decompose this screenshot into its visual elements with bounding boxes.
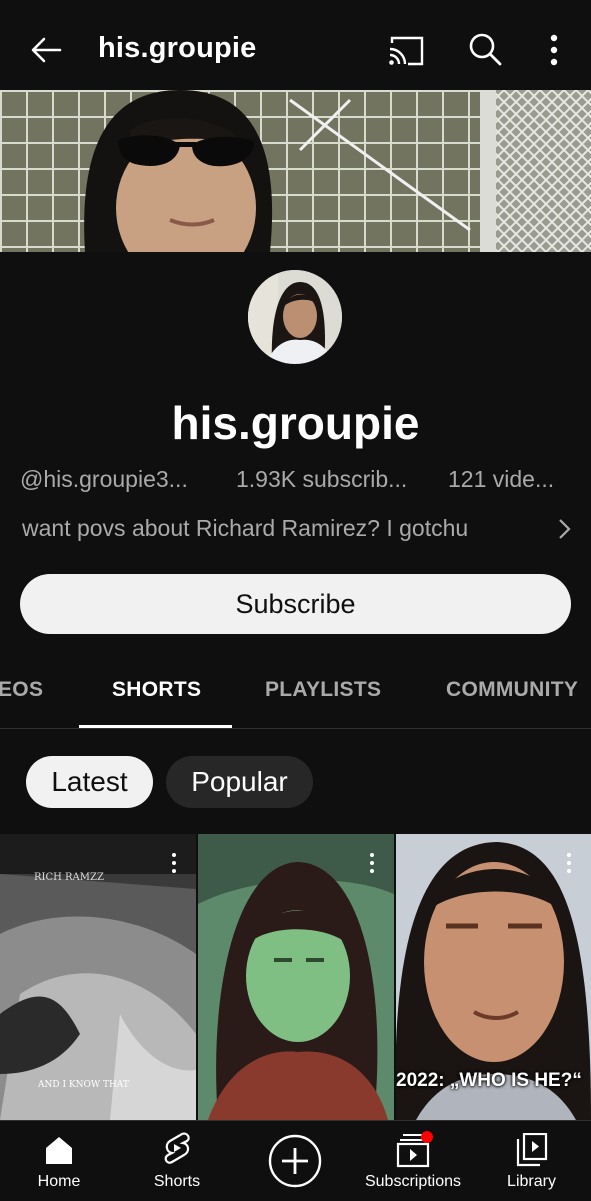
nav-subscriptions-label: Subscriptions [364, 1173, 462, 1190]
chip-latest[interactable]: Latest [26, 756, 153, 808]
short-overlay-caption: AND I KNOW THAT [38, 1080, 129, 1090]
short-thumbnail[interactable]: RICH RAMZZ AND I KNOW THAT [0, 834, 196, 1120]
top-app-bar: his.groupie [0, 0, 591, 90]
channel-banner [0, 90, 591, 252]
channel-description[interactable]: want povs about Richard Ramirez? I gotch… [22, 515, 468, 542]
channel-name: his.groupie [171, 397, 420, 449]
short-overlay-title: RICH RAMZZ [34, 872, 104, 883]
nav-create[interactable] [236, 1121, 354, 1201]
short-thumbnail[interactable]: 2022: „WHO IS HE?“ [396, 834, 591, 1120]
channel-tabs: EOS SHORTS PLAYLISTS COMMUNITY [0, 658, 591, 729]
chevron-right-icon[interactable] [554, 516, 574, 542]
channel-avatar [248, 270, 342, 364]
subscriber-count: 1.93K subscrib... [236, 466, 408, 492]
notification-dot [421, 1131, 433, 1143]
arrow-left-icon[interactable] [28, 32, 64, 68]
more-vert-icon[interactable] [368, 852, 376, 874]
short-thumbnail[interactable] [198, 834, 394, 1120]
shorts-icon [164, 1132, 190, 1164]
channel-handle: @his.groupie3... [20, 466, 188, 492]
short-overlay-caption: 2022: „WHO IS HE?“ [396, 1070, 582, 1091]
nav-home-label: Home [37, 1173, 81, 1190]
nav-library-label: Library [507, 1173, 556, 1190]
library-icon [516, 1133, 548, 1167]
nav-shorts[interactable]: Shorts [118, 1121, 236, 1201]
video-count: 121 vide... [448, 466, 555, 492]
page-title: his.groupie [98, 32, 257, 64]
tab-playlists[interactable]: PLAYLISTS [265, 678, 381, 702]
nav-home[interactable]: Home [0, 1121, 118, 1201]
search-icon[interactable] [466, 30, 504, 68]
nav-library[interactable]: Library [472, 1121, 591, 1201]
nav-shorts-label: Shorts [153, 1173, 201, 1190]
cast-icon[interactable] [386, 34, 426, 68]
active-tab-indicator [79, 725, 232, 728]
subscribe-button[interactable]: Subscribe [20, 574, 571, 634]
nav-subscriptions[interactable]: Subscriptions [354, 1121, 472, 1201]
more-vert-icon[interactable] [540, 32, 568, 68]
home-icon [46, 1137, 72, 1164]
subscriptions-icon [396, 1131, 433, 1168]
tab-community[interactable]: COMMUNITY [446, 678, 578, 702]
more-vert-icon[interactable] [170, 852, 178, 874]
bottom-navigation: Home Shorts Subscriptions Library [0, 1120, 591, 1201]
tab-videos[interactable]: EOS [0, 678, 43, 702]
more-vert-icon[interactable] [565, 852, 573, 874]
create-plus-icon [268, 1134, 322, 1188]
chip-popular[interactable]: Popular [166, 756, 313, 808]
tab-shorts[interactable]: SHORTS [112, 678, 201, 702]
